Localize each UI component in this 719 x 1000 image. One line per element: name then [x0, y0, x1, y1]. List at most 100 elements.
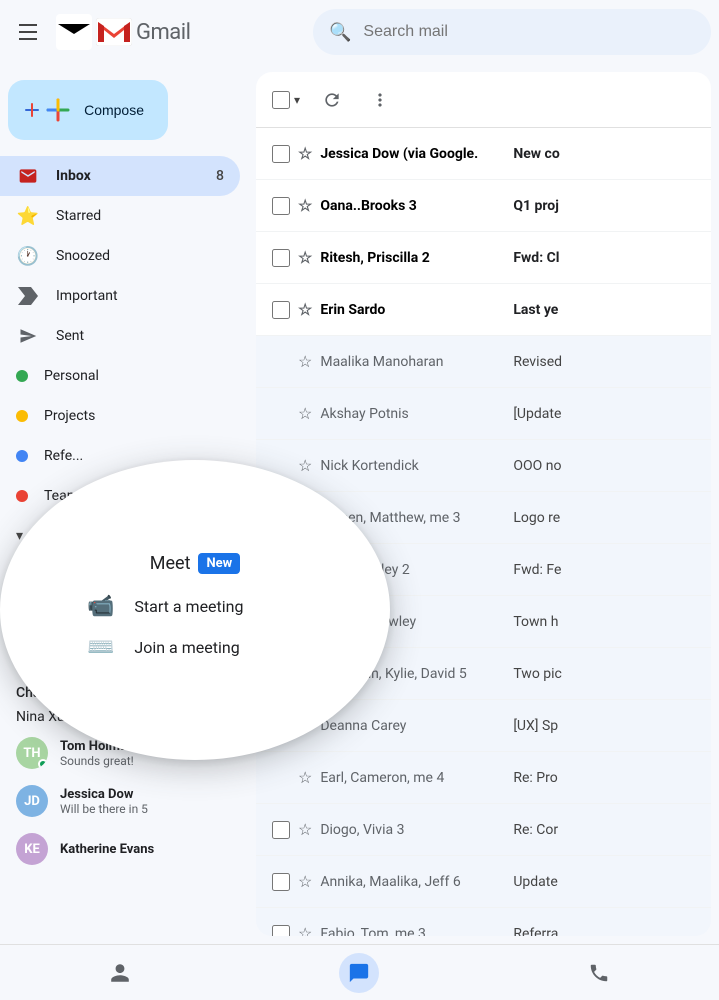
sender-name: Erin Sardo — [320, 302, 505, 318]
sidebar-item-snoozed[interactable]: 🕐 Snoozed — [0, 236, 240, 276]
chat-button[interactable] — [339, 953, 379, 993]
refresh-button[interactable] — [316, 84, 348, 116]
sidebar-item-team[interactable]: Team — [0, 476, 240, 516]
sender-name: Jessica Dow (via Google. — [320, 146, 505, 162]
star-icon[interactable]: ☆ — [298, 144, 312, 163]
sender-name: Muireann, Kylie, David 5 — [320, 666, 505, 682]
sender-name: Annika Crowley — [320, 614, 505, 630]
email-row[interactable]: ☆ Oana..Brooks 3 Q1 proj — [256, 180, 711, 232]
gmail-logo: Gmail — [56, 14, 190, 50]
sender-name: Akshay Potnis — [320, 406, 505, 422]
email-row[interactable]: ☆ Akshay Potnis [Update — [256, 388, 711, 440]
email-row[interactable]: ☆ Deanna Carey [UX] Sp — [256, 700, 711, 752]
email-row[interactable]: ☆ Ritesh, Priscilla 2 Fwd: Cl — [256, 232, 711, 284]
email-subject: Re: Cor — [513, 822, 695, 838]
sent-icon — [16, 324, 40, 348]
row-checkbox[interactable] — [272, 197, 290, 215]
meet-section: Meet New 📹 Start a meeting ⌨️ Join a mee… — [0, 556, 256, 673]
sidebar-item-inbox[interactable]: Inbox 8 — [0, 156, 240, 196]
star-icon[interactable]: ☆ — [298, 924, 312, 936]
sender-name: Ritesh, Priscilla 2 — [320, 250, 505, 266]
header-left: Gmail — [8, 12, 313, 52]
people-button[interactable] — [100, 953, 140, 993]
email-row[interactable]: ☆ Mika, Ashley 2 Fwd: Fe — [256, 544, 711, 596]
important-label: Important — [56, 288, 224, 304]
compose-icon — [44, 96, 72, 124]
inbox-icon — [16, 164, 40, 188]
email-row[interactable]: ☆ Diogo, Vivia 3 Re: Cor — [256, 804, 711, 856]
jessica-info: Jessica Dow Will be there in 5 — [60, 787, 240, 816]
app-title: Gmail — [136, 20, 190, 45]
star-icon[interactable]: ☆ — [298, 820, 312, 839]
start-meeting-label: Start a meeting — [56, 597, 151, 613]
chat-user-selector[interactable]: Nina Xu ▾ — [0, 705, 256, 729]
sidebar-item-starred[interactable]: ⭐ Starred — [0, 196, 240, 236]
email-row[interactable]: ☆ Erin Sardo Last ye — [256, 284, 711, 336]
email-row[interactable]: ☆ Earl, Cameron, me 4 Re: Pro — [256, 752, 711, 804]
chat-user-name: Nina Xu — [16, 709, 65, 725]
chat-item-katherine[interactable]: KE Katherine Evans — [0, 825, 256, 873]
references-dot-icon — [16, 450, 28, 462]
chat-section: Chat Nina Xu ▾ TH Tom Holman Sounds grea… — [0, 673, 256, 881]
star-icon[interactable]: ☆ — [298, 768, 312, 787]
join-meeting-item[interactable]: ⌨️ Join a meeting — [16, 625, 240, 665]
sidebar-item-personal[interactable]: Personal — [0, 356, 240, 396]
join-meeting-label: Join a meeting — [56, 637, 148, 653]
email-row[interactable]: ☆ Fabio, Tom, me 3 Referra — [256, 908, 711, 936]
star-icon[interactable]: ☆ — [298, 196, 312, 215]
sidebar-item-sent[interactable]: Sent — [0, 316, 240, 356]
star-icon[interactable]: ☆ — [298, 508, 312, 527]
email-row[interactable]: ☆ Muireann, Kylie, David 5 Two pic — [256, 648, 711, 700]
email-row[interactable]: ☆ Annika, Maalika, Jeff 6 Update — [256, 856, 711, 908]
row-checkbox[interactable] — [272, 301, 290, 319]
phone-button[interactable] — [579, 953, 619, 993]
select-dropdown-icon[interactable]: ▾ — [294, 93, 300, 107]
search-input[interactable] — [363, 23, 695, 41]
sender-name: Diogo, Vivia 3 — [320, 822, 505, 838]
email-row[interactable]: ☆ Maalika Manoharan Revised — [256, 336, 711, 388]
sidebar-item-references[interactable]: Refe... — [0, 436, 240, 476]
star-icon[interactable]: ☆ — [298, 560, 312, 579]
star-icon[interactable]: ☆ — [298, 300, 312, 319]
star-icon[interactable]: ☆ — [298, 716, 312, 735]
search-bar[interactable]: 🔍 — [313, 9, 711, 55]
row-checkbox[interactable] — [272, 249, 290, 267]
bottom-bar — [0, 944, 719, 1000]
sidebar-item-projects[interactable]: Projects — [0, 396, 240, 436]
chat-header: Chat — [0, 681, 256, 705]
email-row[interactable]: ☆ Jeroen, Matthew, me 3 Logo re — [256, 492, 711, 544]
snoozed-label: Snoozed — [56, 248, 224, 264]
sender-name: Annika, Maalika, Jeff 6 — [320, 874, 505, 890]
select-all-wrap[interactable]: ▾ — [272, 91, 300, 109]
menu-button[interactable] — [8, 12, 48, 52]
more-options-button[interactable] — [364, 84, 396, 116]
more-toggle[interactable]: ▾ More — [0, 516, 256, 556]
email-row[interactable]: ☆ Annika Crowley Town h — [256, 596, 711, 648]
email-subject: Fwd: Fe — [513, 562, 695, 578]
row-checkbox[interactable] — [272, 925, 290, 937]
inbox-label: Inbox — [56, 168, 216, 184]
start-meeting-item[interactable]: 📹 Start a meeting — [16, 585, 240, 625]
email-subject: Revised — [513, 354, 695, 370]
star-icon[interactable]: ☆ — [298, 404, 312, 423]
sidebar-item-important[interactable]: Important — [0, 276, 240, 316]
star-icon[interactable]: ☆ — [298, 612, 312, 631]
chat-item-tom[interactable]: TH Tom Holman Sounds great! — [0, 729, 256, 777]
main-content: Compose Inbox 8 ⭐ Starred 🕐 Snoozed Impo… — [0, 64, 719, 944]
email-row[interactable]: ☆ Jessica Dow (via Google. New co — [256, 128, 711, 180]
row-checkbox[interactable] — [272, 821, 290, 839]
row-checkbox[interactable] — [272, 873, 290, 891]
compose-button[interactable]: Compose — [8, 80, 168, 140]
star-icon[interactable]: ☆ — [298, 248, 312, 267]
star-icon[interactable]: ☆ — [298, 664, 312, 683]
email-list-container: ▾ ☆ Jessica Dow (via Google. New co ☆ Oa… — [256, 72, 711, 936]
tom-status: Sounds great! — [60, 754, 240, 768]
row-checkbox[interactable] — [272, 145, 290, 163]
star-icon[interactable]: ☆ — [298, 456, 312, 475]
chat-item-jessica[interactable]: JD Jessica Dow Will be there in 5 — [0, 777, 256, 825]
star-icon[interactable]: ☆ — [298, 352, 312, 371]
select-all-checkbox[interactable] — [272, 91, 290, 109]
email-row[interactable]: ☆ Nick Kortendick OOO no — [256, 440, 711, 492]
projects-dot-icon — [16, 410, 28, 422]
star-icon[interactable]: ☆ — [298, 872, 312, 891]
